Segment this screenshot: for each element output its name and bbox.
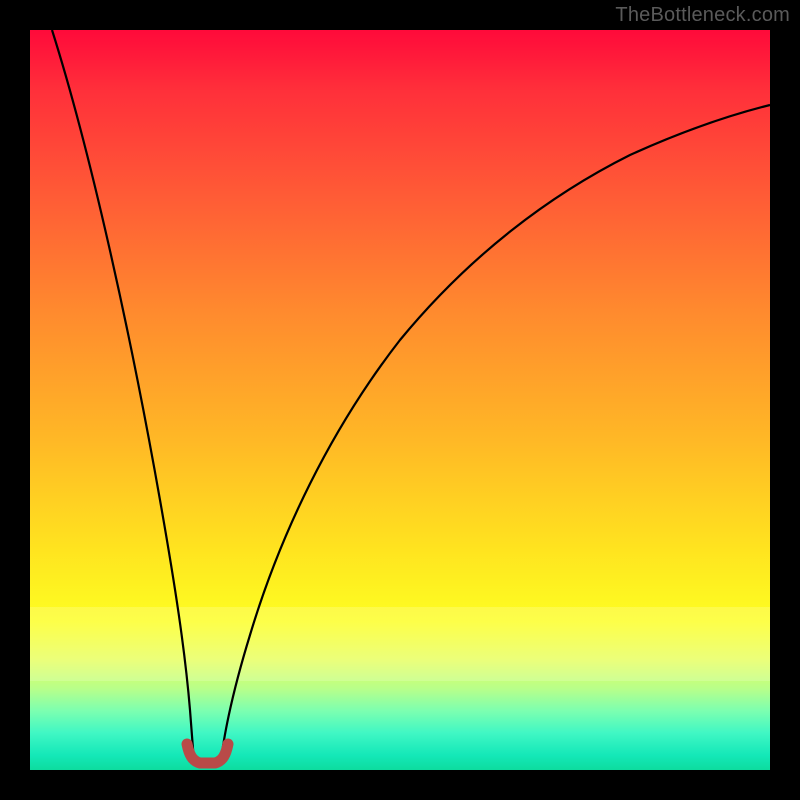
curve-left-branch <box>52 30 194 762</box>
curve-layer <box>30 30 770 770</box>
valley-marker <box>187 744 228 763</box>
curve-right-branch <box>221 105 770 762</box>
plot-area <box>30 30 770 770</box>
chart-frame: TheBottleneck.com <box>0 0 800 800</box>
attribution-text: TheBottleneck.com <box>615 4 790 27</box>
